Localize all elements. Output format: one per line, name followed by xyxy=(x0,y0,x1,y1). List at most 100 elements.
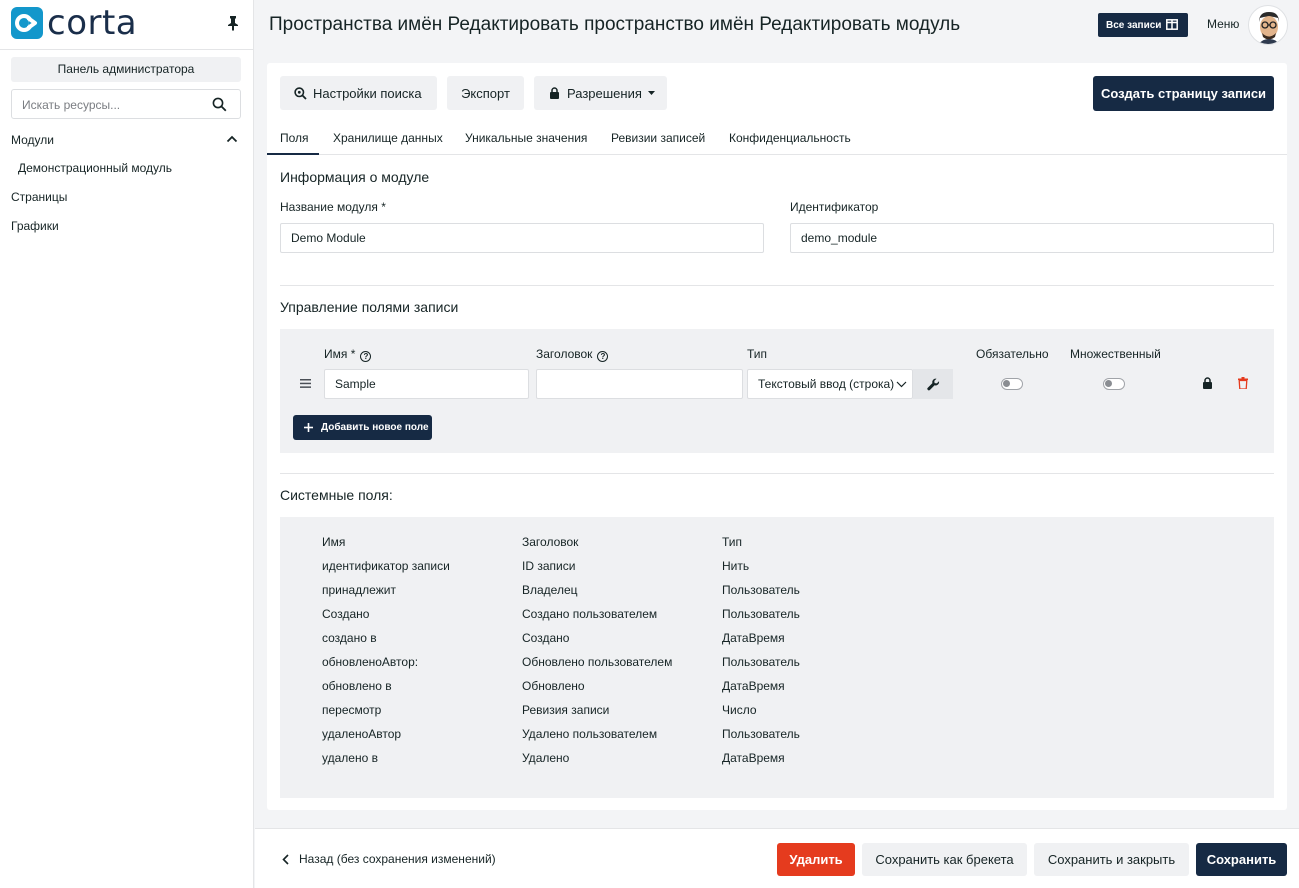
sys-cell-label: Владелец xyxy=(522,583,578,597)
section-divider xyxy=(280,473,1274,474)
sys-cell-label: Удалено пользователем xyxy=(522,727,658,741)
chevron-left-icon xyxy=(282,853,289,865)
module-info-title: Информация о модуле xyxy=(280,169,430,185)
handle-label: Идентификатор xyxy=(790,200,879,214)
sys-cell-name: удалено в xyxy=(322,751,378,765)
sys-cell-type: ДатаВремя xyxy=(722,631,785,645)
delete-button[interactable]: Удалить xyxy=(777,843,855,876)
record-fields-editor: Имя *? Заголовок? Тип Обязательно Множес… xyxy=(280,329,1274,453)
sys-cell-label: Обновлено пользователем xyxy=(522,655,673,669)
lock-icon[interactable] xyxy=(1202,377,1213,389)
tab-record-revisions[interactable]: Ревизии записей xyxy=(611,131,705,145)
tab-privacy[interactable]: Конфиденциальность xyxy=(729,131,851,145)
handle-input[interactable]: demo_module xyxy=(790,223,1274,253)
user-avatar[interactable] xyxy=(1248,5,1288,45)
sys-cell-name: обновлено в xyxy=(322,679,392,693)
system-fields-table: Имя Заголовок Тип идентификатор записи I… xyxy=(280,517,1274,798)
save-as-copy-button[interactable]: Сохранить как брекета xyxy=(862,843,1027,876)
sys-cell-label: Создано пользователем xyxy=(522,607,658,621)
field-type-select[interactable]: Текстовый ввод (строка) xyxy=(747,369,913,399)
export-button[interactable]: Экспорт xyxy=(447,76,524,110)
sys-cell-name: Создано xyxy=(322,607,370,621)
search-icon[interactable] xyxy=(212,97,227,112)
sys-cell-type: Нить xyxy=(722,559,750,573)
toggle-knob xyxy=(1105,380,1112,387)
multiple-toggle[interactable] xyxy=(1103,378,1125,390)
record-fields-title: Управление полями записи xyxy=(280,299,459,315)
sys-cell-type: ДатаВремя xyxy=(722,751,785,765)
logo[interactable]: corta xyxy=(11,6,137,40)
drag-handle-icon[interactable] xyxy=(300,379,311,388)
tab-bar: Поля Хранилище данных Уникальные значени… xyxy=(267,123,1287,155)
field-options-button[interactable] xyxy=(913,369,953,399)
save-button[interactable]: Сохранить xyxy=(1196,843,1287,876)
back-label: Назад (без сохранения изменений) xyxy=(299,852,496,866)
create-record-page-button[interactable]: Создать страницу записи xyxy=(1093,76,1274,111)
section-divider xyxy=(280,285,1274,286)
chevron-up-icon[interactable] xyxy=(226,134,238,144)
col-multiple-header: Множественный xyxy=(1070,347,1161,361)
all-records-button[interactable]: Все записи xyxy=(1098,13,1188,37)
sidebar: corta Панель администратора Искать ресур… xyxy=(0,0,254,888)
sys-cell-type: ДатаВремя xyxy=(722,679,785,693)
help-icon[interactable]: ? xyxy=(597,351,609,362)
tab-fields[interactable]: Поля xyxy=(280,131,309,145)
caret-down-icon xyxy=(647,91,655,95)
system-fields-title: Системные поля: xyxy=(280,487,393,503)
col-name-header: Имя *? xyxy=(324,347,372,362)
sidebar-item-demo-module[interactable]: Демонстрационный модуль xyxy=(18,161,172,175)
field-name-input[interactable]: Sample xyxy=(324,369,529,399)
module-name-label: Название модуля * xyxy=(280,200,386,214)
sys-cell-type: Число xyxy=(722,703,757,717)
field-label-input[interactable] xyxy=(536,369,743,399)
tab-data-storage[interactable]: Хранилище данных xyxy=(333,131,443,145)
back-link[interactable]: Назад (без сохранения изменений) xyxy=(282,852,496,866)
sys-cell-name: пересмотр xyxy=(322,703,382,717)
columns-icon xyxy=(1166,19,1178,30)
col-required-header: Обязательно xyxy=(976,347,1049,361)
admin-panel-button[interactable]: Панель администратора xyxy=(11,57,241,82)
col-type-header: Тип xyxy=(747,347,768,361)
help-icon[interactable]: ? xyxy=(360,351,372,362)
sys-cell-label: Ревизия записи xyxy=(522,703,610,717)
sidebar-divider xyxy=(0,49,254,50)
sys-cell-type: Пользователь xyxy=(722,727,800,741)
pin-icon[interactable] xyxy=(226,15,240,31)
add-new-field-button[interactable]: Добавить новое поле xyxy=(293,415,432,440)
add-new-field-label: Добавить новое поле xyxy=(321,422,429,433)
sys-cell-name: создано в xyxy=(322,631,377,645)
logo-text: corta xyxy=(47,3,138,43)
sidebar-item-modules[interactable]: Модули xyxy=(11,133,54,147)
save-and-close-button[interactable]: Сохранить и закрыть xyxy=(1034,843,1189,876)
all-records-label: Все записи xyxy=(1106,19,1162,31)
permissions-dropdown[interactable]: Разрешения xyxy=(534,76,667,110)
trash-icon[interactable] xyxy=(1238,377,1248,389)
lock-icon xyxy=(549,87,560,99)
sys-cell-name: принадлежит xyxy=(322,583,396,597)
sys-cell-label: Создано xyxy=(522,631,570,645)
required-toggle[interactable] xyxy=(1001,378,1023,390)
active-tab-indicator xyxy=(267,153,319,155)
col-name-label: Имя * xyxy=(324,347,356,361)
sys-cell-type: Пользователь xyxy=(722,655,800,669)
sys-cell-label: Обновлено xyxy=(522,679,585,693)
toggle-knob xyxy=(1003,380,1010,387)
sys-cell-label: ID записи xyxy=(522,559,576,573)
sys-cell-name: удаленоАвтор xyxy=(322,727,402,741)
menu-label[interactable]: Меню xyxy=(1207,17,1239,31)
sys-header-label: Заголовок xyxy=(522,535,579,549)
resource-search-input[interactable]: Искать ресурсы... xyxy=(11,89,241,119)
page-title: Пространства имён Редактировать простран… xyxy=(269,14,961,35)
sidebar-item-pages[interactable]: Страницы xyxy=(11,190,67,204)
search-settings-button[interactable]: Настройки поиска xyxy=(280,76,437,110)
plus-icon xyxy=(304,423,313,432)
permissions-label: Разрешения xyxy=(567,85,642,101)
tab-unique-values[interactable]: Уникальные значения xyxy=(465,131,587,145)
chevron-down-icon xyxy=(894,381,907,388)
search-settings-label: Настройки поиска xyxy=(313,85,422,101)
sidebar-item-charts[interactable]: Графики xyxy=(11,219,59,233)
sys-header-name: Имя xyxy=(322,535,346,549)
sys-cell-label: Удалено xyxy=(522,751,570,765)
sys-cell-name: обновленоАвтор: xyxy=(322,655,419,669)
module-name-input[interactable]: Demo Module xyxy=(280,223,764,253)
